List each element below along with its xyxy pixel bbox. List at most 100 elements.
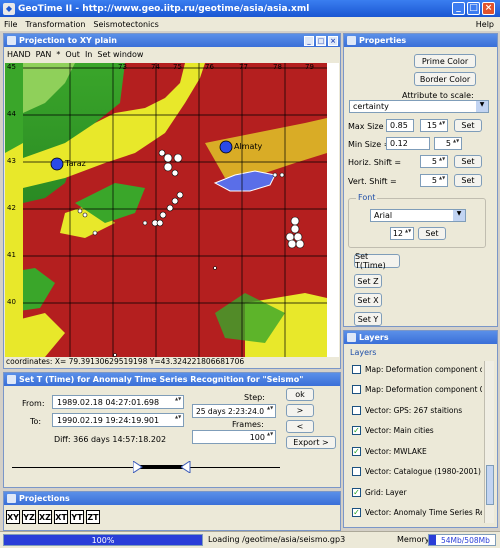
map-svg[interactable] (5, 63, 339, 357)
font-select[interactable]: Arial (370, 209, 466, 222)
layer-item[interactable]: Map: Deformation component 0.5* (352, 382, 482, 398)
layer-label: Vector: Catalogue (1980-2001) no (365, 467, 482, 476)
projection-xt-button[interactable]: XT (54, 510, 68, 524)
menu-seismotectonics[interactable]: Seismotectonics (89, 20, 162, 29)
ok-button[interactable]: ok (286, 388, 314, 401)
to-field[interactable]: 1990.02.19 19:24:19.901 (52, 413, 184, 427)
min-size-field[interactable]: 0.12 (386, 137, 430, 150)
projection-zt-button[interactable]: ZT (86, 510, 100, 524)
menu-help[interactable]: Help (472, 20, 500, 29)
layer-checkbox[interactable] (352, 405, 361, 415)
max-size-set-button[interactable]: Set (454, 119, 482, 132)
projection-panel-title-bar: Projection to XY plain _ □ × (4, 34, 340, 47)
map-view[interactable]: 73 74 75 76 77 78 79 45 44 43 42 41 40 T… (5, 63, 339, 357)
chevron-down-icon[interactable]: ▼ (476, 101, 488, 112)
horiz-shift-set-button[interactable]: Set (454, 155, 482, 168)
x-tick-75: 75 (173, 63, 182, 71)
layer-checkbox[interactable]: ✓ (352, 508, 361, 517)
layer-label: Map: Deformation component 0.5* (365, 385, 482, 394)
time-range-bar[interactable] (139, 465, 185, 469)
projection-xz-button[interactable]: XZ (38, 510, 52, 524)
maximize-button[interactable]: □ (467, 2, 480, 15)
font-set-button[interactable]: Set (418, 227, 446, 240)
city-marker-almaty (219, 140, 233, 154)
window-title-bar: ◆ GeoTime II - http://www.geo.iitp.ru/ge… (0, 0, 500, 17)
next-frame-button[interactable]: > (286, 404, 314, 417)
projection-yt-button[interactable]: YT (70, 510, 84, 524)
panel-close-icon[interactable]: × (328, 36, 338, 46)
pan-tool[interactable]: PAN (36, 50, 52, 59)
max-size-spinner[interactable]: 15 (420, 119, 448, 132)
vert-shift-spinner[interactable]: 5 (420, 174, 448, 187)
layers-scroll-thumb[interactable] (486, 465, 494, 505)
layer-checkbox[interactable] (352, 385, 361, 394)
menu-transformation[interactable]: Transformation (21, 20, 89, 29)
window-title: GeoTime II - http://www.geo.iitp.ru/geot… (18, 3, 310, 14)
projection-xy-button[interactable]: XY (6, 510, 20, 524)
layer-checkbox[interactable]: ✓ (352, 446, 361, 456)
zoom-out-tool[interactable]: Out (65, 50, 80, 59)
step-field[interactable]: 25 days 2:23:24.0 (192, 404, 276, 418)
attribute-label: Attribute to scale: (402, 91, 474, 100)
to-label: To: (30, 417, 42, 426)
min-size-spinner[interactable]: 5 (434, 137, 462, 150)
city-label-almaty: Almaty (234, 142, 263, 151)
diff-text: Diff: 366 days 14:57:18.202 (54, 435, 167, 444)
projection-panel: Projection to XY plain _ □ × HAND PAN * … (3, 33, 341, 369)
font-size-spinner[interactable]: 12 (390, 227, 414, 240)
time-start-handle-icon[interactable] (133, 461, 143, 473)
minimize-button[interactable]: _ (452, 2, 465, 15)
panel-icon (347, 333, 356, 342)
layers-panel-title: Layers (359, 333, 389, 342)
zoom-in-tool[interactable]: In (85, 50, 92, 59)
layer-label: Vector: GPS: 267 staitions (365, 405, 463, 415)
layer-item[interactable]: Vector: GPS: 267 staitions (352, 402, 482, 418)
layer-item[interactable]: ✓ Vector: MWLAKE (352, 443, 482, 459)
frames-label: Frames: (232, 420, 264, 429)
layer-checkbox[interactable]: ✓ (352, 426, 361, 435)
border-color-button[interactable]: Border Color (414, 72, 476, 86)
layer-item[interactable]: Map: Deformation component dVy (352, 361, 482, 377)
close-button[interactable]: × (482, 2, 495, 15)
projection-yz-button[interactable]: YZ (22, 510, 36, 524)
layer-item[interactable]: ✓ Grid: Layer (352, 484, 482, 500)
layer-checkbox[interactable]: ✓ (352, 487, 361, 497)
panel-maximize-icon[interactable]: □ (316, 36, 326, 46)
prime-color-button[interactable]: Prime Color (414, 54, 476, 68)
set-time-button[interactable]: Set T(Time) (354, 252, 400, 270)
panel-icon (7, 36, 16, 45)
y-tick-44: 44 (7, 110, 16, 118)
star-tool[interactable]: * (56, 50, 60, 59)
city-marker-taraz (50, 157, 64, 171)
progress-bar: 100% (3, 534, 203, 546)
set-t-panel: Set T (Time) for Anomaly Time Series Rec… (3, 372, 341, 488)
hand-tool[interactable]: HAND (7, 50, 31, 59)
layer-checkbox[interactable] (352, 467, 361, 476)
memory-value: 54Mb/508Mb (441, 536, 490, 545)
vert-shift-set-button[interactable]: Set (454, 174, 482, 187)
attribute-select[interactable]: certainty (349, 100, 489, 113)
prev-frame-button[interactable]: < (286, 420, 314, 433)
font-chevron-down-icon[interactable]: ▼ (453, 210, 465, 221)
frames-field[interactable]: 100 (192, 430, 276, 444)
menu-file[interactable]: File (0, 20, 21, 29)
layer-item[interactable]: Vector: Catalogue (1980-2001) no (352, 464, 482, 480)
set-window-tool[interactable]: Set window (97, 50, 143, 59)
layer-label: Vector: MWLAKE (365, 446, 427, 456)
layer-item[interactable]: ✓ Vector: Main cities (352, 423, 482, 439)
from-field[interactable]: 1989.02.18 04:27:01.698 (52, 395, 184, 409)
set-y-button[interactable]: Set Y (354, 312, 382, 326)
layer-checkbox[interactable] (352, 364, 361, 374)
layers-scrollbar[interactable] (484, 361, 494, 523)
max-size-field[interactable]: 0.85 (386, 119, 414, 132)
step-label: Step: (244, 393, 265, 402)
export-button[interactable]: Export > (286, 436, 336, 449)
city-label-taraz: Taraz (65, 159, 86, 168)
layer-item[interactable]: ✓ Vector: Anomaly Time Series Reco (352, 505, 482, 521)
time-end-handle-icon[interactable] (181, 461, 191, 473)
x-tick-74: 74 (151, 63, 160, 71)
panel-minimize-icon[interactable]: _ (304, 36, 314, 46)
set-z-button[interactable]: Set Z (354, 274, 382, 288)
set-x-button[interactable]: Set X (354, 293, 382, 307)
horiz-shift-spinner[interactable]: 5 (420, 155, 448, 168)
